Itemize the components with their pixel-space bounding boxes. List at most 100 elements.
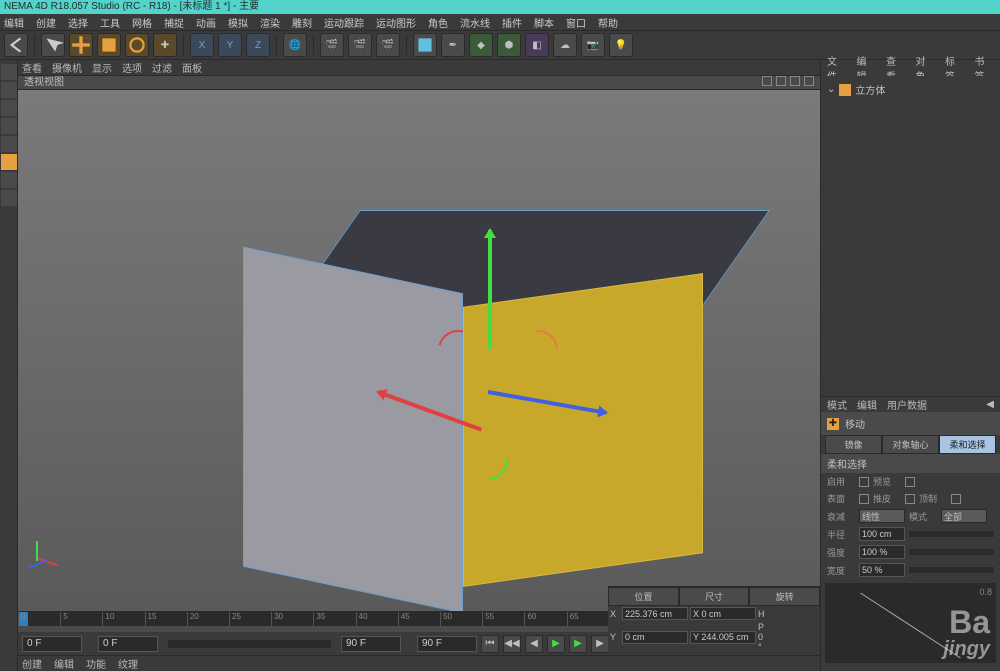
view-zoom-icon[interactable] xyxy=(776,76,786,86)
reset-checkbox[interactable] xyxy=(951,494,961,504)
primitive-cube-button[interactable] xyxy=(413,33,437,57)
play-forward-button[interactable]: ▶ xyxy=(569,635,587,653)
attr-menu-item[interactable]: 编辑 xyxy=(857,397,877,412)
subtab-axis[interactable]: 对象轴心 xyxy=(882,435,939,454)
range-end-field[interactable] xyxy=(341,636,401,652)
light-button[interactable]: 💡 xyxy=(609,33,633,57)
mat-menu-item[interactable]: 纹理 xyxy=(118,656,138,671)
range-slider[interactable] xyxy=(168,640,331,648)
prev-frame-button[interactable]: ◀ xyxy=(525,635,543,653)
view-menu-item[interactable]: 面板 xyxy=(182,60,202,75)
texture-mode[interactable] xyxy=(1,100,17,116)
attr-menu-item[interactable]: 模式 xyxy=(827,397,847,412)
edge-checkbox[interactable] xyxy=(905,494,915,504)
y-axis-toggle[interactable]: Y xyxy=(218,33,242,57)
attr-nav-icon[interactable]: ◀ xyxy=(986,399,994,410)
object-manager[interactable]: ⌄ 立方体 xyxy=(821,76,1000,396)
view-menu-item[interactable]: 显示 xyxy=(92,60,112,75)
deformer-button[interactable]: ◧ xyxy=(525,33,549,57)
viewport-perspective[interactable]: 网格间距 : 100 cm xyxy=(18,90,820,611)
attr-menu-item[interactable]: 用户数据 xyxy=(887,397,927,412)
mat-menu-item[interactable]: 创建 xyxy=(22,656,42,671)
falloff-dropdown[interactable]: 线性 xyxy=(859,509,905,523)
menu-item[interactable]: 渲染 xyxy=(260,15,280,30)
menu-item[interactable]: 帮助 xyxy=(598,15,618,30)
menu-item[interactable]: 工具 xyxy=(100,15,120,30)
select-tool[interactable] xyxy=(41,33,65,57)
radius-slider[interactable] xyxy=(909,531,994,537)
undo-button[interactable] xyxy=(4,33,28,57)
surface-checkbox[interactable] xyxy=(859,494,869,504)
point-mode[interactable] xyxy=(1,118,17,134)
menu-item[interactable]: 运动图形 xyxy=(376,15,416,30)
menu-item[interactable]: 模拟 xyxy=(228,15,248,30)
menu-item[interactable]: 流水线 xyxy=(460,15,490,30)
prev-key-button[interactable]: ◀◀ xyxy=(503,635,521,653)
move-tool[interactable] xyxy=(69,33,93,57)
coord-tab-size[interactable]: 尺寸 xyxy=(679,587,750,606)
render-region-button[interactable]: 🎬 xyxy=(348,33,372,57)
menu-item[interactable]: 创建 xyxy=(36,15,56,30)
strength-slider[interactable] xyxy=(909,549,994,555)
cube-selected-face[interactable] xyxy=(463,273,703,587)
preview-checkbox[interactable] xyxy=(905,477,915,487)
menu-item[interactable]: 选择 xyxy=(68,15,88,30)
view-menu-item[interactable]: 查看 xyxy=(22,60,42,75)
last-tool[interactable]: ✚ xyxy=(153,33,177,57)
coord-tab-position[interactable]: 位置 xyxy=(608,587,679,606)
mat-menu-item[interactable]: 编辑 xyxy=(54,656,74,671)
range-max-field[interactable] xyxy=(417,636,477,652)
x-axis-toggle[interactable]: X xyxy=(190,33,214,57)
render-view-button[interactable]: 🎬 xyxy=(320,33,344,57)
strength-field[interactable] xyxy=(859,545,905,559)
y-position-field[interactable] xyxy=(622,631,688,644)
radius-field[interactable] xyxy=(859,527,905,541)
play-back-button[interactable]: ▶ xyxy=(547,635,565,653)
goto-start-button[interactable]: ⏮ xyxy=(481,635,499,653)
menu-item[interactable]: 窗口 xyxy=(566,15,586,30)
view-rotate-icon[interactable] xyxy=(790,76,800,86)
menu-item[interactable]: 动画 xyxy=(196,15,216,30)
scale-tool[interactable] xyxy=(97,33,121,57)
axis-mode[interactable] xyxy=(1,172,17,188)
generator-button[interactable]: ⬢ xyxy=(497,33,521,57)
camera-button[interactable]: 📷 xyxy=(581,33,605,57)
x-position-field[interactable] xyxy=(622,607,688,620)
view-menu-item[interactable]: 选项 xyxy=(122,60,142,75)
workplane-mode[interactable] xyxy=(1,190,17,206)
menu-item[interactable]: 脚本 xyxy=(534,15,554,30)
z-axis-toggle[interactable]: Z xyxy=(246,33,270,57)
object-name[interactable]: 立方体 xyxy=(855,82,885,97)
width-slider[interactable] xyxy=(909,567,994,573)
render-settings-button[interactable]: 🎬 xyxy=(376,33,400,57)
object-item-cube[interactable]: ⌄ 立方体 xyxy=(825,80,996,99)
view-pan-icon[interactable] xyxy=(762,76,772,86)
spline-pen-button[interactable]: ✒ xyxy=(441,33,465,57)
object-mode[interactable] xyxy=(1,82,17,98)
environment-button[interactable]: ☁ xyxy=(553,33,577,57)
range-start-field[interactable] xyxy=(22,636,82,652)
rotate-tool[interactable] xyxy=(125,33,149,57)
coord-tab-rotation[interactable]: 旋转 xyxy=(749,587,820,606)
mat-menu-item[interactable]: 功能 xyxy=(86,656,106,671)
model-mode[interactable] xyxy=(1,64,17,80)
menu-item[interactable]: 捕捉 xyxy=(164,15,184,30)
mode-dropdown[interactable]: 全部 xyxy=(941,509,987,523)
view-menu-item[interactable]: 摄像机 xyxy=(52,60,82,75)
view-menu-item[interactable]: 过滤 xyxy=(152,60,172,75)
menu-item[interactable]: 运动跟踪 xyxy=(324,15,364,30)
y-size-field[interactable] xyxy=(690,631,756,644)
menu-item[interactable]: 角色 xyxy=(428,15,448,30)
coord-system-button[interactable]: 🌐 xyxy=(283,33,307,57)
cube-side-face[interactable] xyxy=(243,247,463,611)
next-frame-button[interactable]: ▶ xyxy=(591,635,609,653)
subtab-softselect[interactable]: 柔和选择 xyxy=(939,435,996,454)
polygon-mode[interactable] xyxy=(1,154,17,170)
menu-item[interactable]: 网格 xyxy=(132,15,152,30)
menu-item[interactable]: 编辑 xyxy=(4,15,24,30)
menu-item[interactable]: 雕刻 xyxy=(292,15,312,30)
menu-item[interactable]: 插件 xyxy=(502,15,522,30)
enable-checkbox[interactable] xyxy=(859,477,869,487)
range-current-field[interactable] xyxy=(98,636,158,652)
nurbs-button[interactable]: ◆ xyxy=(469,33,493,57)
